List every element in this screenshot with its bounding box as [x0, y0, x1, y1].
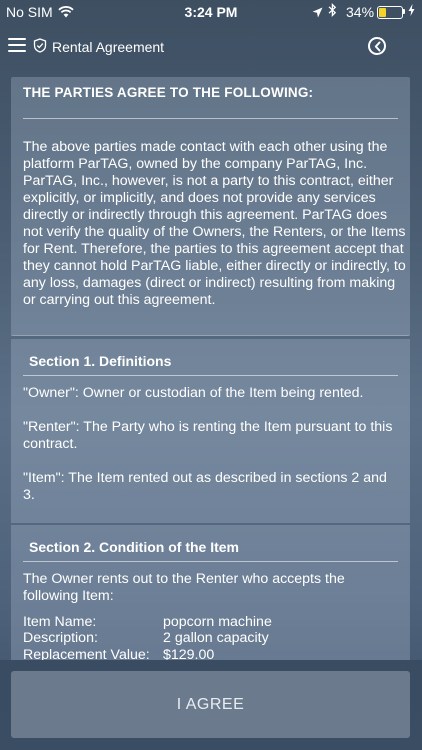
intro-heading: THE PARTIES AGREE TO THE FOLLOWING:	[23, 85, 314, 100]
item-value: popcorn machine	[163, 614, 272, 630]
status-bar: No SIM 3:24 PM 34%	[0, 0, 422, 24]
hamburger-menu-icon[interactable]	[8, 38, 26, 52]
charging-bolt-icon	[408, 4, 415, 19]
intro-card: THE PARTIES AGREE TO THE FOLLOWING: The …	[11, 77, 410, 336]
section-intro: The Owner rents out to the Renter who ac…	[23, 571, 345, 604]
battery-icon	[377, 6, 403, 19]
back-circle-icon[interactable]	[368, 37, 386, 55]
shield-check-icon	[33, 38, 47, 58]
battery-tip	[403, 9, 405, 14]
nav-bar: Rental Agreement	[0, 24, 422, 70]
definition-renter: "Renter": The Party who is renting the I…	[23, 419, 393, 452]
agree-button[interactable]: I AGREE	[11, 671, 410, 738]
agreement-scroll[interactable]: THE PARTIES AGREE TO THE FOLLOWING: The …	[11, 77, 410, 660]
definition-item: "Item": The Item rented out as described…	[23, 470, 387, 503]
item-label: Replacement Value:	[23, 647, 150, 660]
battery-percent: 34%	[346, 4, 375, 20]
divider	[23, 375, 398, 376]
footer: I AGREE	[0, 660, 422, 750]
definition-owner: "Owner": Owner or custodian of the Item …	[23, 385, 364, 401]
item-value: 2 gallon capacity	[163, 630, 269, 646]
item-label: Description:	[23, 630, 98, 646]
item-label: Item Name:	[23, 614, 97, 630]
section-definitions: Section 1. Definitions "Owner": Owner or…	[11, 339, 410, 523]
section-condition: Section 2. Condition of the Item The Own…	[11, 525, 410, 660]
item-value: $129.00	[163, 647, 215, 660]
intro-text: The above parties made contact with each…	[23, 139, 406, 308]
page-title: Rental Agreement	[52, 39, 165, 55]
divider	[23, 118, 398, 119]
bluetooth-icon	[328, 3, 337, 20]
section-title: Section 2. Condition of the Item	[29, 539, 239, 555]
divider	[23, 561, 398, 562]
section-title: Section 1. Definitions	[29, 353, 172, 369]
location-arrow-icon	[312, 5, 323, 21]
